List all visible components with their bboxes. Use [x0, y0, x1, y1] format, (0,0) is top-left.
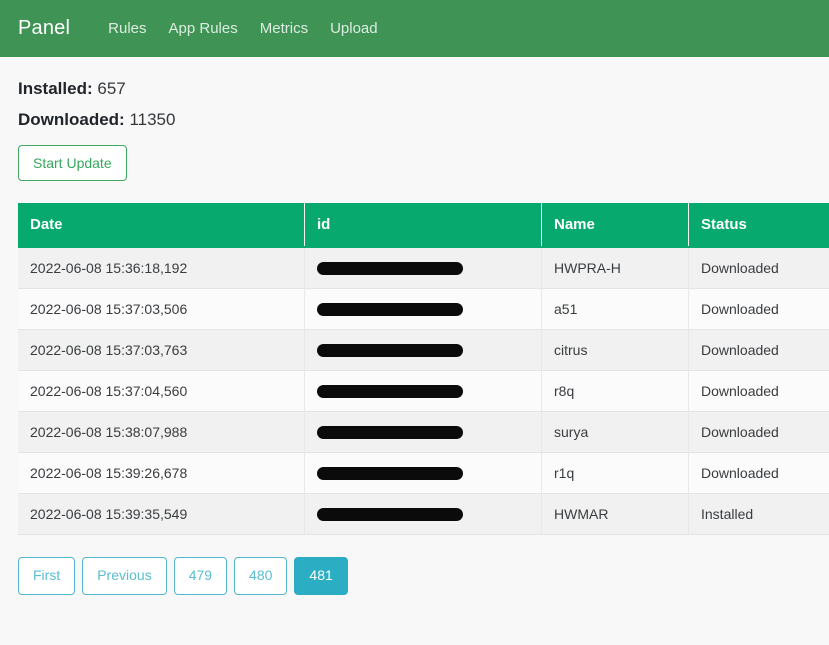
redaction-bar	[317, 426, 463, 439]
redaction-bar	[317, 508, 463, 521]
cell-name: surya	[542, 412, 689, 453]
column-header-id[interactable]: id	[305, 203, 542, 247]
installed-label: Installed:	[18, 79, 93, 98]
cell-id	[305, 453, 542, 494]
nav-links: Rules App Rules Metrics Upload	[108, 20, 377, 37]
cell-status: Downloaded	[689, 330, 829, 371]
installed-stat: Installed: 657	[18, 79, 811, 99]
table-row[interactable]: 2022-06-08 15:37:03,506 a51Downloaded	[18, 289, 829, 330]
nav-link-upload[interactable]: Upload	[330, 20, 378, 37]
table-body: 2022-06-08 15:36:18,192HWPRA-HDownloaded…	[18, 247, 829, 535]
downloaded-label: Downloaded:	[18, 110, 125, 129]
table-row[interactable]: 2022-06-08 15:36:18,192 HWPRA-HDownloaded	[18, 247, 829, 289]
column-header-date[interactable]: Date	[18, 203, 305, 247]
cell-date: 2022-06-08 15:38:07,988	[18, 412, 305, 453]
cell-status: Downloaded	[689, 289, 829, 330]
cell-name: r8q	[542, 371, 689, 412]
cell-name: HWMAR	[542, 494, 689, 535]
redaction-bar	[317, 385, 463, 398]
table-header-row: Date id Name Status	[18, 203, 829, 247]
start-update-button[interactable]: Start Update	[18, 145, 127, 181]
brand-title: Panel	[18, 17, 70, 40]
cell-name: HWPRA-H	[542, 247, 689, 289]
cell-date: 2022-06-08 15:37:04,560	[18, 371, 305, 412]
redaction-bar	[317, 262, 463, 275]
downloaded-stat: Downloaded: 11350	[18, 110, 811, 130]
nav-link-rules[interactable]: Rules	[108, 20, 146, 37]
cell-id	[305, 247, 542, 289]
cell-id	[305, 412, 542, 453]
records-table: Date id Name Status 2022-06-08 15:36:18,…	[18, 203, 829, 535]
cell-id	[305, 330, 542, 371]
column-header-name[interactable]: Name	[542, 203, 689, 247]
redaction-bar	[317, 467, 463, 480]
pagination: FirstPrevious479480481	[0, 557, 829, 595]
cell-date: 2022-06-08 15:37:03,763	[18, 330, 305, 371]
cell-id	[305, 494, 542, 535]
cell-id	[305, 289, 542, 330]
cell-name: citrus	[542, 330, 689, 371]
cell-id	[305, 371, 542, 412]
column-header-status[interactable]: Status	[689, 203, 829, 247]
pagination-button-479[interactable]: 479	[174, 557, 227, 595]
cell-status: Installed	[689, 494, 829, 535]
nav-link-app-rules[interactable]: App Rules	[169, 20, 238, 37]
main-content: Installed: 657 Downloaded: 11350 Start U…	[0, 57, 829, 535]
cell-status: Downloaded	[689, 453, 829, 494]
cell-date: 2022-06-08 15:39:26,678	[18, 453, 305, 494]
redaction-bar	[317, 303, 463, 316]
table-row[interactable]: 2022-06-08 15:39:26,678 r1qDownloaded	[18, 453, 829, 494]
pagination-button-480[interactable]: 480	[234, 557, 287, 595]
cell-status: Downloaded	[689, 412, 829, 453]
pagination-button-previous[interactable]: Previous	[82, 557, 166, 595]
top-navbar: Panel Rules App Rules Metrics Upload	[0, 0, 829, 57]
cell-date: 2022-06-08 15:37:03,506	[18, 289, 305, 330]
cell-date: 2022-06-08 15:39:35,549	[18, 494, 305, 535]
table-row[interactable]: 2022-06-08 15:39:35,549 HWMARInstalled	[18, 494, 829, 535]
pagination-button-481[interactable]: 481	[294, 557, 347, 595]
pagination-button-first[interactable]: First	[18, 557, 75, 595]
table-row[interactable]: 2022-06-08 15:38:07,988 suryaDownloaded	[18, 412, 829, 453]
cell-date: 2022-06-08 15:36:18,192	[18, 247, 305, 289]
nav-link-metrics[interactable]: Metrics	[260, 20, 308, 37]
cell-status: Downloaded	[689, 371, 829, 412]
table-row[interactable]: 2022-06-08 15:37:04,560 r8qDownloaded	[18, 371, 829, 412]
downloaded-value: 11350	[129, 110, 175, 129]
cell-status: Downloaded	[689, 247, 829, 289]
table-row[interactable]: 2022-06-08 15:37:03,763 citrusDownloaded	[18, 330, 829, 371]
records-table-wrapper: Date id Name Status 2022-06-08 15:36:18,…	[18, 203, 752, 535]
installed-value: 657	[97, 79, 125, 98]
cell-name: r1q	[542, 453, 689, 494]
table-head: Date id Name Status	[18, 203, 829, 247]
cell-name: a51	[542, 289, 689, 330]
redaction-bar	[317, 344, 463, 357]
